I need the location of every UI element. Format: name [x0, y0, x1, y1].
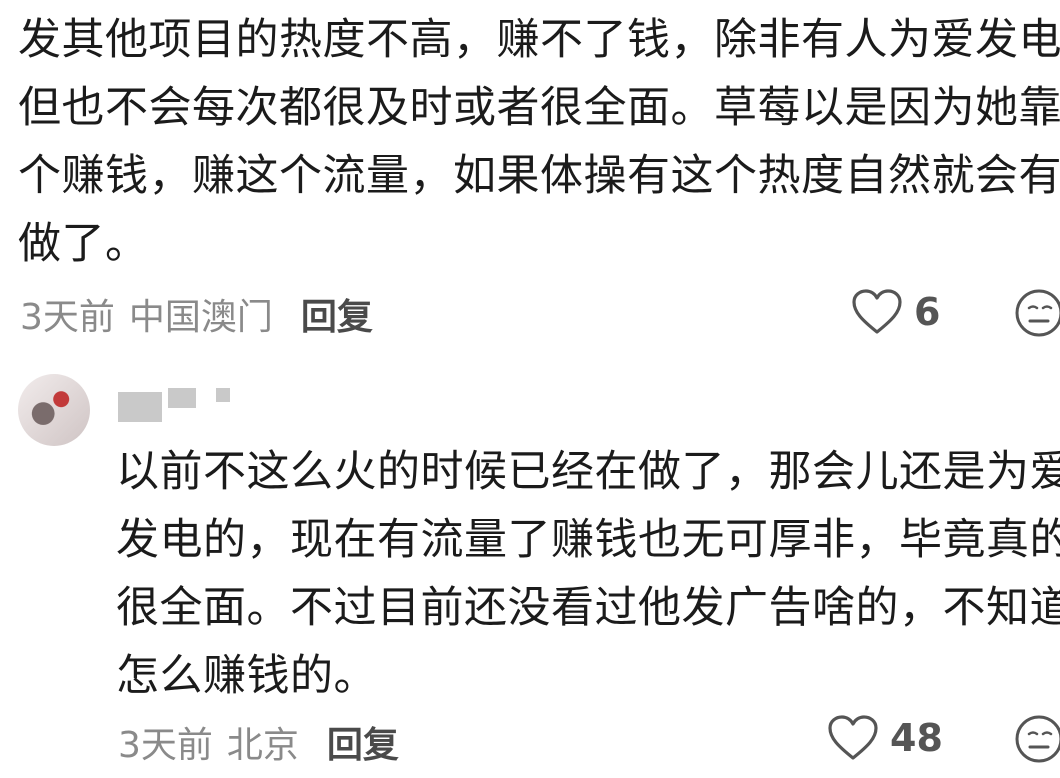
- comment-line: 怎么赚钱的。: [116, 651, 377, 701]
- comment-line: 发电的，现在有流量了赚钱也无可厚非，毕竟真的: [116, 515, 1060, 565]
- comment-line: 以前不这么火的时候已经在做了，那会儿还是为爱: [116, 447, 1060, 497]
- dislike-button[interactable]: [1014, 288, 1060, 342]
- comment-1-text: 发其他项目的热度不高，赚不了钱，除非有人为爱发电， 但也不会每次都很及时或者很全…: [18, 6, 1060, 278]
- blurred-username[interactable]: [118, 388, 238, 422]
- meh-face-icon: [1014, 715, 1060, 768]
- reply-button[interactable]: 回复: [327, 716, 399, 768]
- like-button[interactable]: 6: [850, 288, 940, 336]
- avatar[interactable]: [18, 374, 90, 446]
- comment-line: 发其他项目的热度不高，赚不了钱，除非有人为爱发电，: [18, 15, 1060, 65]
- dislike-button[interactable]: [1014, 714, 1060, 768]
- like-count: 6: [914, 290, 941, 334]
- heart-outline-icon: [826, 714, 880, 762]
- comment-time: 3天前: [118, 725, 213, 766]
- comment-line: 个赚钱，赚这个流量，如果体操有这个热度自然就会有人: [18, 151, 1060, 201]
- reply-button[interactable]: 回复: [301, 288, 373, 340]
- comment-2-text: 以前不这么火的时候已经在做了，那会儿还是为爱 发电的，现在有流量了赚钱也无可厚非…: [116, 438, 1060, 710]
- comment-1-meta: 3天前 中国澳门 回复: [20, 288, 373, 340]
- comment-location: 北京: [226, 725, 299, 766]
- comment-2-meta: 3天前 北京 回复: [118, 716, 399, 768]
- comment-line: 但也不会每次都很及时或者很全面。草莓以是因为她靠这: [18, 83, 1060, 133]
- like-count: 48: [890, 716, 943, 760]
- comment-line: 做了。: [18, 219, 149, 269]
- heart-outline-icon: [850, 288, 904, 336]
- comment-time: 3天前: [20, 297, 115, 338]
- comment-line: 很全面。不过目前还没看过他发广告啥的，不知道: [116, 583, 1060, 633]
- like-button[interactable]: 48: [826, 714, 943, 762]
- meh-face-icon: [1014, 289, 1060, 342]
- comment-location: 中国澳门: [128, 297, 273, 338]
